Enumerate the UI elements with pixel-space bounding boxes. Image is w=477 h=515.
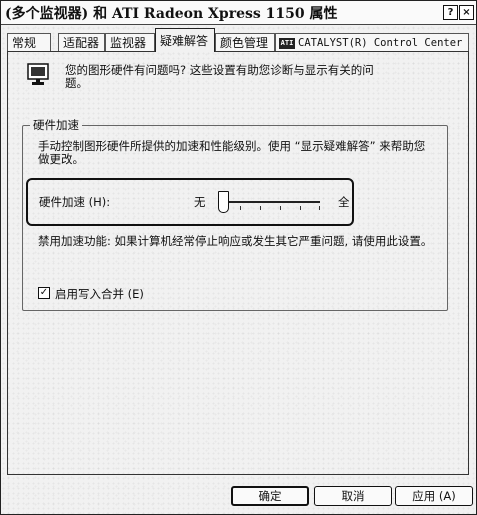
group-label: 硬件加速 (30, 117, 82, 133)
tab-catalyst-control-center[interactable]: ATI CATALYST(R) Control Center (275, 33, 469, 51)
cancel-button[interactable]: 取消 (314, 486, 392, 506)
ok-button[interactable]: 确定 (231, 486, 309, 506)
tab-general[interactable]: 常规 (7, 33, 51, 51)
properties-dialog: (多个监视器) 和 ATI Radeon Xpress 1150 属性 ? × … (0, 0, 477, 515)
tab-label: 疑难解答 (160, 34, 209, 48)
slider-track-line (220, 201, 320, 203)
tab-label: 颜色管理 (220, 36, 269, 50)
slider-tick (280, 206, 281, 210)
close-button[interactable]: × (459, 5, 474, 20)
write-combining-label[interactable]: 启用写入合并 (E) (55, 286, 144, 302)
help-button[interactable]: ? (443, 5, 458, 20)
tab-label: 常规 (12, 36, 37, 50)
tab-monitor[interactable]: 监视器 (105, 33, 155, 51)
slider-thumb[interactable] (218, 191, 229, 213)
tab-label: 适配器 (63, 36, 100, 50)
window-title: (多个监视器) 和 ATI Radeon Xpress 1150 属性 (5, 6, 338, 22)
acceleration-description: 手动控制图形硬件所提供的加速和性能级别。使用 “显示疑难解答” 来帮助您做更改。 (38, 139, 426, 166)
hardware-acceleration-slider[interactable] (214, 187, 326, 217)
tab-color-management[interactable]: 颜色管理 (215, 33, 275, 51)
ati-catalyst-icon: ATI (279, 37, 295, 49)
acceleration-status-text: 禁用加速功能: 如果计算机经常停止响应或发生其它严重问题, 请使用此设置。 (38, 234, 433, 248)
write-combining-checkbox[interactable]: ✓ (38, 287, 50, 299)
slider-tick (240, 206, 241, 210)
tab-label: CATALYST(R) Control Center (298, 37, 463, 49)
tab-adapter[interactable]: 适配器 (58, 33, 105, 51)
tab-troubleshoot[interactable]: 疑难解答 (155, 28, 215, 52)
slider-max-label: 全 (338, 195, 350, 209)
slider-tick (319, 206, 320, 210)
monitor-icon (27, 63, 49, 85)
intro-text: 您的图形硬件有问题吗? 这些设置有助您诊断与显示有关的问题。 (65, 63, 374, 90)
tab-label: 监视器 (110, 36, 147, 50)
slider-min-label: 无 (194, 195, 206, 209)
apply-button[interactable]: 应用 (A) (395, 486, 473, 506)
title-bar: (多个监视器) 和 ATI Radeon Xpress 1150 属性 ? × (1, 1, 476, 25)
slider-label: 硬件加速 (H): (39, 195, 111, 209)
tab-strip: 常规 适配器 监视器 疑难解答 颜色管理 ATI CATALYST(R) Cont… (7, 28, 473, 52)
slider-tick (300, 206, 301, 210)
slider-tick (260, 206, 261, 210)
